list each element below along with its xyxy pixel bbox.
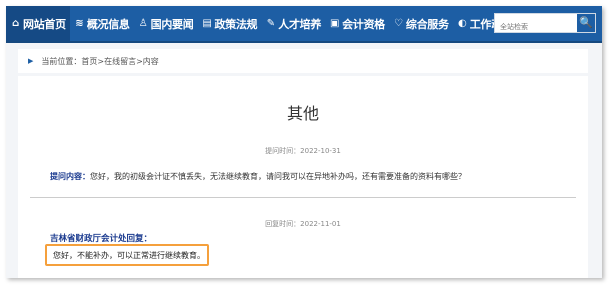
book-icon: ▤ xyxy=(202,18,212,29)
layers-icon: ≋ xyxy=(75,18,84,29)
nav-overview-label: 概况信息 xyxy=(86,17,130,31)
nav-policy[interactable]: ▤ 政策法规 xyxy=(197,6,261,41)
breadcrumb: ▶ 当前位置： 首页 > 在线留言 > 内容 xyxy=(18,49,588,73)
certificate-icon: ▣ xyxy=(329,18,340,29)
question-text: 您好，我的初级会计证不慎丢失，无法继续教育，请问我可以在异地补办吗，还有需要准备… xyxy=(90,172,466,181)
nav-talent-label: 人才培养 xyxy=(278,17,322,31)
breadcrumb-separator: > xyxy=(97,56,105,66)
question-time-value: 2022-10-31 xyxy=(300,147,341,155)
breadcrumb-prefix: 当前位置： xyxy=(41,56,82,66)
nav-talent[interactable]: ✎ 人才培养 xyxy=(261,6,325,41)
divider xyxy=(30,197,576,198)
page-frame: ⌂ 网站首页 ≋ 概况信息 ♙ 国内要闻 ▤ 政策法规 ✎ 人才培养 ▣ 会计资格 ♡ 综合服… xyxy=(6,6,602,278)
nav-qualification[interactable]: ▣ 会计资格 xyxy=(325,6,389,41)
question-label: 提问内容： xyxy=(50,172,90,181)
nav-home[interactable]: ⌂ 网站首页 xyxy=(6,6,70,41)
site-search: 🔍 xyxy=(494,13,596,36)
reply-label: 吉林省财政厅会计处回复： xyxy=(50,234,153,244)
nav-home-label: 网站首页 xyxy=(23,17,66,31)
reply-text-highlight: 您好，不能补办，可以正常进行继续教育。 xyxy=(45,244,209,266)
nav-policy-label: 政策法规 xyxy=(214,17,258,31)
breadcrumb-current: 内容 xyxy=(142,56,159,66)
question-time-label: 提问时间： xyxy=(265,147,301,155)
question-time: 提问时间：2022-10-31 xyxy=(18,146,588,156)
reply-time-value: 2022-11-01 xyxy=(300,220,341,228)
question: 提问内容：您好，我的初级会计证不慎丢失，无法继续教育，请问我可以在异地补办吗，还… xyxy=(50,171,466,182)
reply-text: 您好，不能补办，可以正常进行继续教育。 xyxy=(53,250,205,260)
nav-services-label: 综合服务 xyxy=(405,17,449,31)
nav-domestic-news-label: 国内要闻 xyxy=(150,17,194,31)
pen-icon: ✎ xyxy=(266,18,275,29)
breadcrumb-section[interactable]: 在线留言 xyxy=(104,56,136,67)
nav-domestic-news[interactable]: ♙ 国内要闻 xyxy=(134,6,198,41)
heart-icon: ♡ xyxy=(394,18,403,29)
message-content: 其他 提问时间：2022-10-31 提问内容：您好，我的初级会计证不慎丢失，无… xyxy=(18,76,588,278)
nav-overview[interactable]: ≋ 概况信息 xyxy=(70,6,134,41)
nav-services[interactable]: ♡ 综合服务 xyxy=(389,6,453,41)
reply-time-label: 回复时间： xyxy=(265,220,301,228)
breadcrumb-home[interactable]: 首页 xyxy=(81,56,97,67)
home-icon: ⌂ xyxy=(12,18,19,29)
chart-icon: ◐ xyxy=(457,18,467,29)
reply-time: 回复时间：2022-11-01 xyxy=(18,219,588,229)
person-icon: ♙ xyxy=(138,18,148,29)
page-title: 其他 xyxy=(286,104,319,123)
breadcrumb-separator: > xyxy=(136,56,143,66)
nav-qualification-label: 会计资格 xyxy=(342,17,385,31)
search-input[interactable] xyxy=(495,18,583,36)
triangle-right-icon: ▶ xyxy=(28,57,34,65)
search-icon[interactable]: 🔍 xyxy=(577,14,595,32)
